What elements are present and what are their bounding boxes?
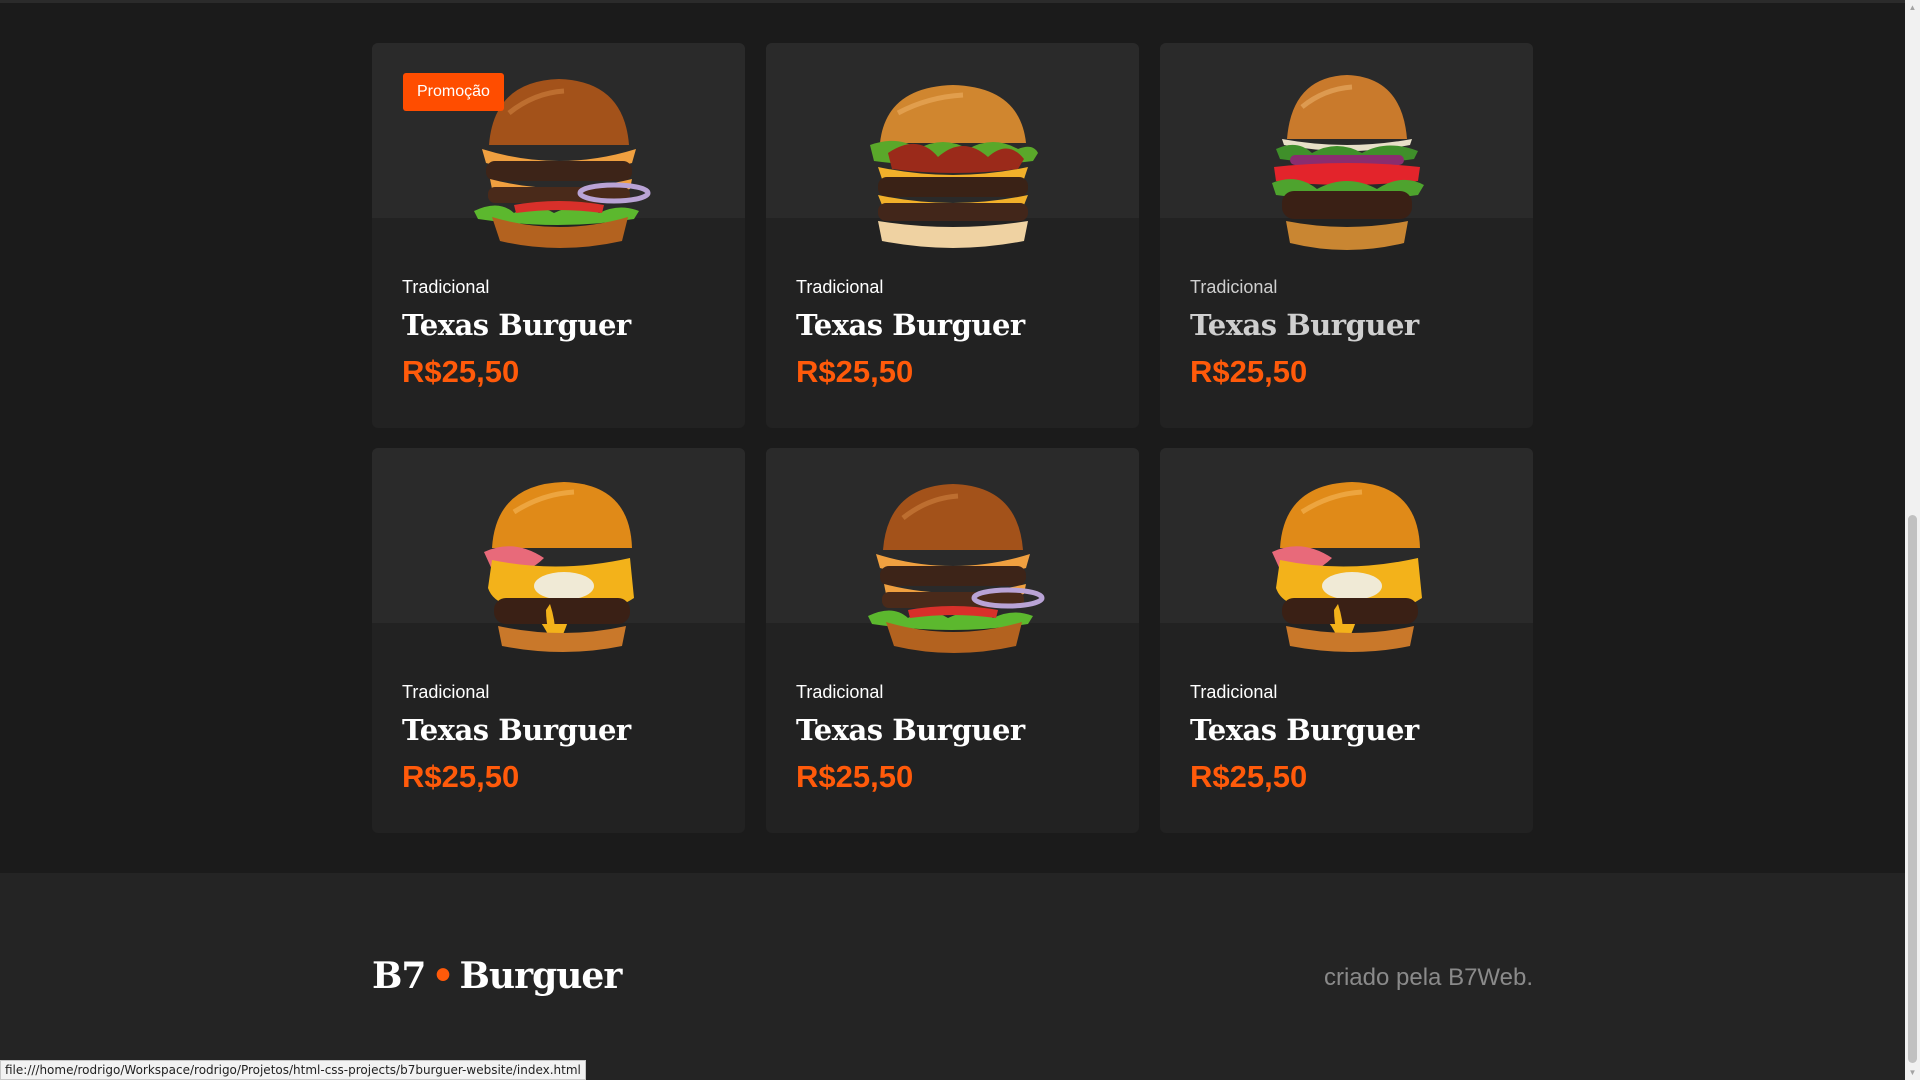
logo-dot: • bbox=[431, 955, 454, 997]
product-category: Tradicional bbox=[1190, 277, 1278, 297]
product-name: Texas Burguer bbox=[402, 308, 631, 342]
product-price: R$25,50 bbox=[796, 759, 914, 794]
scrollbar-thumb[interactable] bbox=[1908, 515, 1917, 1063]
product-price: R$25,50 bbox=[1190, 759, 1308, 794]
vertical-scrollbar[interactable]: ▲ ▼ bbox=[1905, 0, 1920, 1080]
product-category: Tradicional bbox=[1190, 682, 1278, 702]
product-card[interactable]: Tradicional Texas Burguer R$25,50 bbox=[766, 448, 1139, 833]
burger-ham-egg-image bbox=[483, 482, 634, 652]
product-category: Tradicional bbox=[796, 277, 884, 297]
logo-burguer: Burguer bbox=[459, 955, 623, 997]
footer-credit: criado pela B7Web. bbox=[1323, 964, 1533, 991]
product-grid: Promoção Tradicional Texas Burguer R$25,… bbox=[372, 43, 1533, 833]
product-category: Tradicional bbox=[402, 277, 490, 297]
burger-bacon-double-image bbox=[869, 85, 1038, 248]
product-card[interactable]: Tradicional Texas Burguer R$25,50 bbox=[1160, 448, 1533, 833]
scroll-down-arrow-icon[interactable]: ▼ bbox=[1905, 1065, 1920, 1080]
product-name: Texas Burguer bbox=[796, 713, 1025, 747]
footer-logo[interactable]: B7 • Burguer bbox=[372, 954, 623, 998]
product-name: Texas Burguer bbox=[1190, 308, 1419, 342]
product-card[interactable]: Promoção Tradicional Texas Burguer R$25,… bbox=[372, 43, 745, 428]
product-category: Tradicional bbox=[402, 682, 490, 702]
burger-tomato-lettuce-image bbox=[1271, 75, 1424, 250]
product-price: R$25,50 bbox=[796, 354, 914, 389]
product-name: Texas Burguer bbox=[1190, 713, 1419, 747]
header-bottom-edge bbox=[0, 0, 1905, 3]
product-card[interactable]: Tradicional Texas Burguer R$25,50 bbox=[1160, 43, 1533, 428]
status-bar-url: file:///home/rodrigo/Workspace/rodrigo/P… bbox=[0, 1060, 586, 1080]
burger-cheese-onion-image bbox=[867, 484, 1044, 653]
product-card[interactable]: Tradicional Texas Burguer R$25,50 bbox=[766, 43, 1139, 428]
product-price: R$25,50 bbox=[402, 354, 520, 389]
product-price: R$25,50 bbox=[1190, 354, 1308, 389]
product-category: Tradicional bbox=[796, 682, 884, 702]
product-name: Texas Burguer bbox=[796, 308, 1025, 342]
product-name: Texas Burguer bbox=[402, 713, 631, 747]
logo-b7: B7 bbox=[372, 955, 426, 997]
burger-ham-egg-image bbox=[1271, 482, 1422, 652]
scroll-up-arrow-icon[interactable]: ▲ bbox=[1905, 0, 1920, 15]
promo-badge: Promoção bbox=[403, 73, 504, 111]
page-viewport: Promoção Tradicional Texas Burguer R$25,… bbox=[0, 0, 1905, 1080]
site-footer: B7 • Burguer criado pela B7Web. bbox=[0, 873, 1905, 1080]
product-card[interactable]: Tradicional Texas Burguer R$25,50 bbox=[372, 448, 745, 833]
product-price: R$25,50 bbox=[402, 759, 520, 794]
